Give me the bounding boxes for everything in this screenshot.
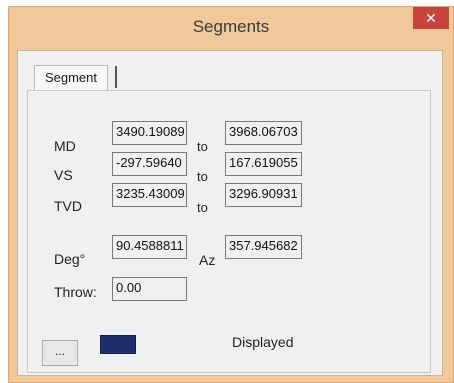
color-picker-button[interactable]: ... — [42, 340, 78, 366]
segments-dialog: Segments ✕ Segment MD 3490.19089 to 3968… — [8, 6, 454, 383]
az-label: Az — [199, 252, 216, 268]
tab-segment[interactable]: Segment — [34, 65, 108, 91]
md-to-field[interactable]: 3968.06703 — [225, 121, 302, 145]
md-label: MD — [54, 138, 76, 154]
deg-label: Deg° — [54, 251, 86, 267]
throw-label: Throw: — [54, 284, 97, 300]
close-button[interactable]: ✕ — [413, 7, 449, 29]
md-to-label: to — [197, 139, 208, 154]
vs-to-field[interactable]: 167.619055 — [225, 152, 302, 176]
tab-divider — [115, 66, 117, 88]
throw-field[interactable]: 0.00 — [112, 277, 187, 301]
tvd-label: TVD — [54, 198, 82, 214]
dialog-client-area: Segment MD 3490.19089 to 3968.06703 VS -… — [17, 50, 443, 376]
tvd-from-field[interactable]: 3235.43009 — [112, 183, 187, 207]
color-swatch — [100, 335, 136, 354]
tvd-to-field[interactable]: 3296.90931 — [225, 183, 302, 207]
az-field[interactable]: 357.945682 — [225, 235, 302, 259]
md-from-field[interactable]: 3490.19089 — [112, 121, 187, 145]
title-bar[interactable]: Segments ✕ — [9, 7, 453, 51]
displayed-status: Displayed — [232, 334, 294, 350]
vs-label: VS — [54, 167, 73, 183]
window-title: Segments — [192, 17, 270, 36]
deg-field[interactable]: 90.4588811 — [112, 235, 187, 259]
tvd-to-label: to — [197, 200, 208, 215]
vs-from-field[interactable]: -297.59640 — [112, 152, 187, 176]
vs-to-label: to — [197, 169, 208, 184]
close-icon: ✕ — [425, 10, 437, 26]
